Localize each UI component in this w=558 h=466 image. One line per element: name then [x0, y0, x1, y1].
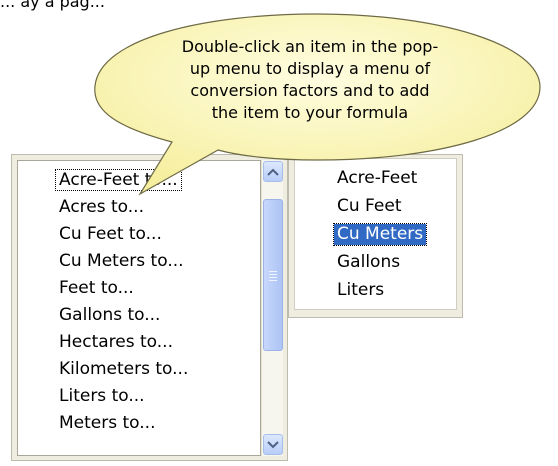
tooltip-line: conversion factors and to add	[190, 81, 430, 100]
list-item-label: Cu Feet to...	[59, 224, 162, 244]
tooltip-line: up menu to display a menu of	[189, 59, 431, 78]
list-item-label: Feet to...	[59, 278, 134, 298]
list-item-acre-feet-to[interactable]: Acre-Feet to...	[18, 167, 260, 194]
list-item-liters-to[interactable]: Liters to...	[18, 383, 260, 410]
conversion-list: Acre-Feet to... Acres to... Cu Feet to..…	[18, 167, 260, 437]
list-item-label: Acres to...	[59, 197, 144, 217]
list-item-cu-feet-to[interactable]: Cu Feet to...	[18, 221, 260, 248]
target-unit-list-frame: Acre-Feet Cu Feet Cu Meters Gallons Lite…	[294, 158, 457, 310]
scroll-thumb[interactable]	[263, 199, 283, 351]
tooltip-text: Double-click an item in the pop- up menu…	[160, 36, 460, 124]
list-item-label: Acre-Feet	[337, 168, 418, 188]
scroll-down-button[interactable]	[263, 434, 283, 455]
tooltip-line: Double-click an item in the pop-	[181, 37, 439, 56]
list-item-label: Liters	[337, 280, 385, 300]
list-item-label: Gallons to...	[59, 305, 161, 325]
list-item-cu-feet[interactable]: Cu Feet	[295, 192, 456, 220]
chevron-down-icon	[267, 440, 279, 448]
chevron-up-icon	[267, 168, 279, 176]
list-item-label: Meters to...	[59, 413, 156, 433]
conversion-list-frame: Acre-Feet to... Acres to... Cu Feet to..…	[17, 160, 261, 456]
list-item-feet-to[interactable]: Feet to...	[18, 275, 260, 302]
list-item-acre-feet[interactable]: Acre-Feet	[295, 164, 456, 192]
grip-icon	[269, 271, 277, 283]
list-item-gallons-to[interactable]: Gallons to...	[18, 302, 260, 329]
top-partial-text: ... ay a pag...	[0, 0, 105, 11]
list-item-cu-meters-to[interactable]: Cu Meters to...	[18, 248, 260, 275]
list-item-kilometers-to[interactable]: Kilometers to...	[18, 356, 260, 383]
list-item-label: Kilometers to...	[59, 359, 189, 379]
list-item-acres-to[interactable]: Acres to...	[18, 194, 260, 221]
list-item-label: Gallons	[337, 252, 401, 272]
scroll-up-button[interactable]	[263, 161, 283, 182]
list-item-hectares-to[interactable]: Hectares to...	[18, 329, 260, 356]
list-item-label: Liters to...	[59, 386, 145, 406]
list-item-label: Hectares to...	[59, 332, 173, 352]
list-item-liters[interactable]: Liters	[295, 276, 456, 304]
list-item-meters-to[interactable]: Meters to...	[18, 410, 260, 437]
conversion-list-box: Acre-Feet to... Acres to... Cu Feet to..…	[11, 154, 288, 461]
list-item-gallons[interactable]: Gallons	[295, 248, 456, 276]
tooltip-line: the item to your formula	[211, 103, 409, 122]
list-item-label: Cu Meters to...	[59, 251, 184, 271]
vertical-scrollbar[interactable]	[261, 160, 283, 456]
list-item-cu-meters[interactable]: Cu Meters	[295, 220, 456, 248]
list-item-label: Cu Feet	[337, 196, 402, 216]
target-unit-list-box: Acre-Feet Cu Feet Cu Meters Gallons Lite…	[288, 154, 463, 318]
list-item-label: Acre-Feet to...	[55, 169, 182, 191]
target-unit-list: Acre-Feet Cu Feet Cu Meters Gallons Lite…	[295, 164, 456, 304]
list-item-label: Cu Meters	[332, 223, 428, 246]
